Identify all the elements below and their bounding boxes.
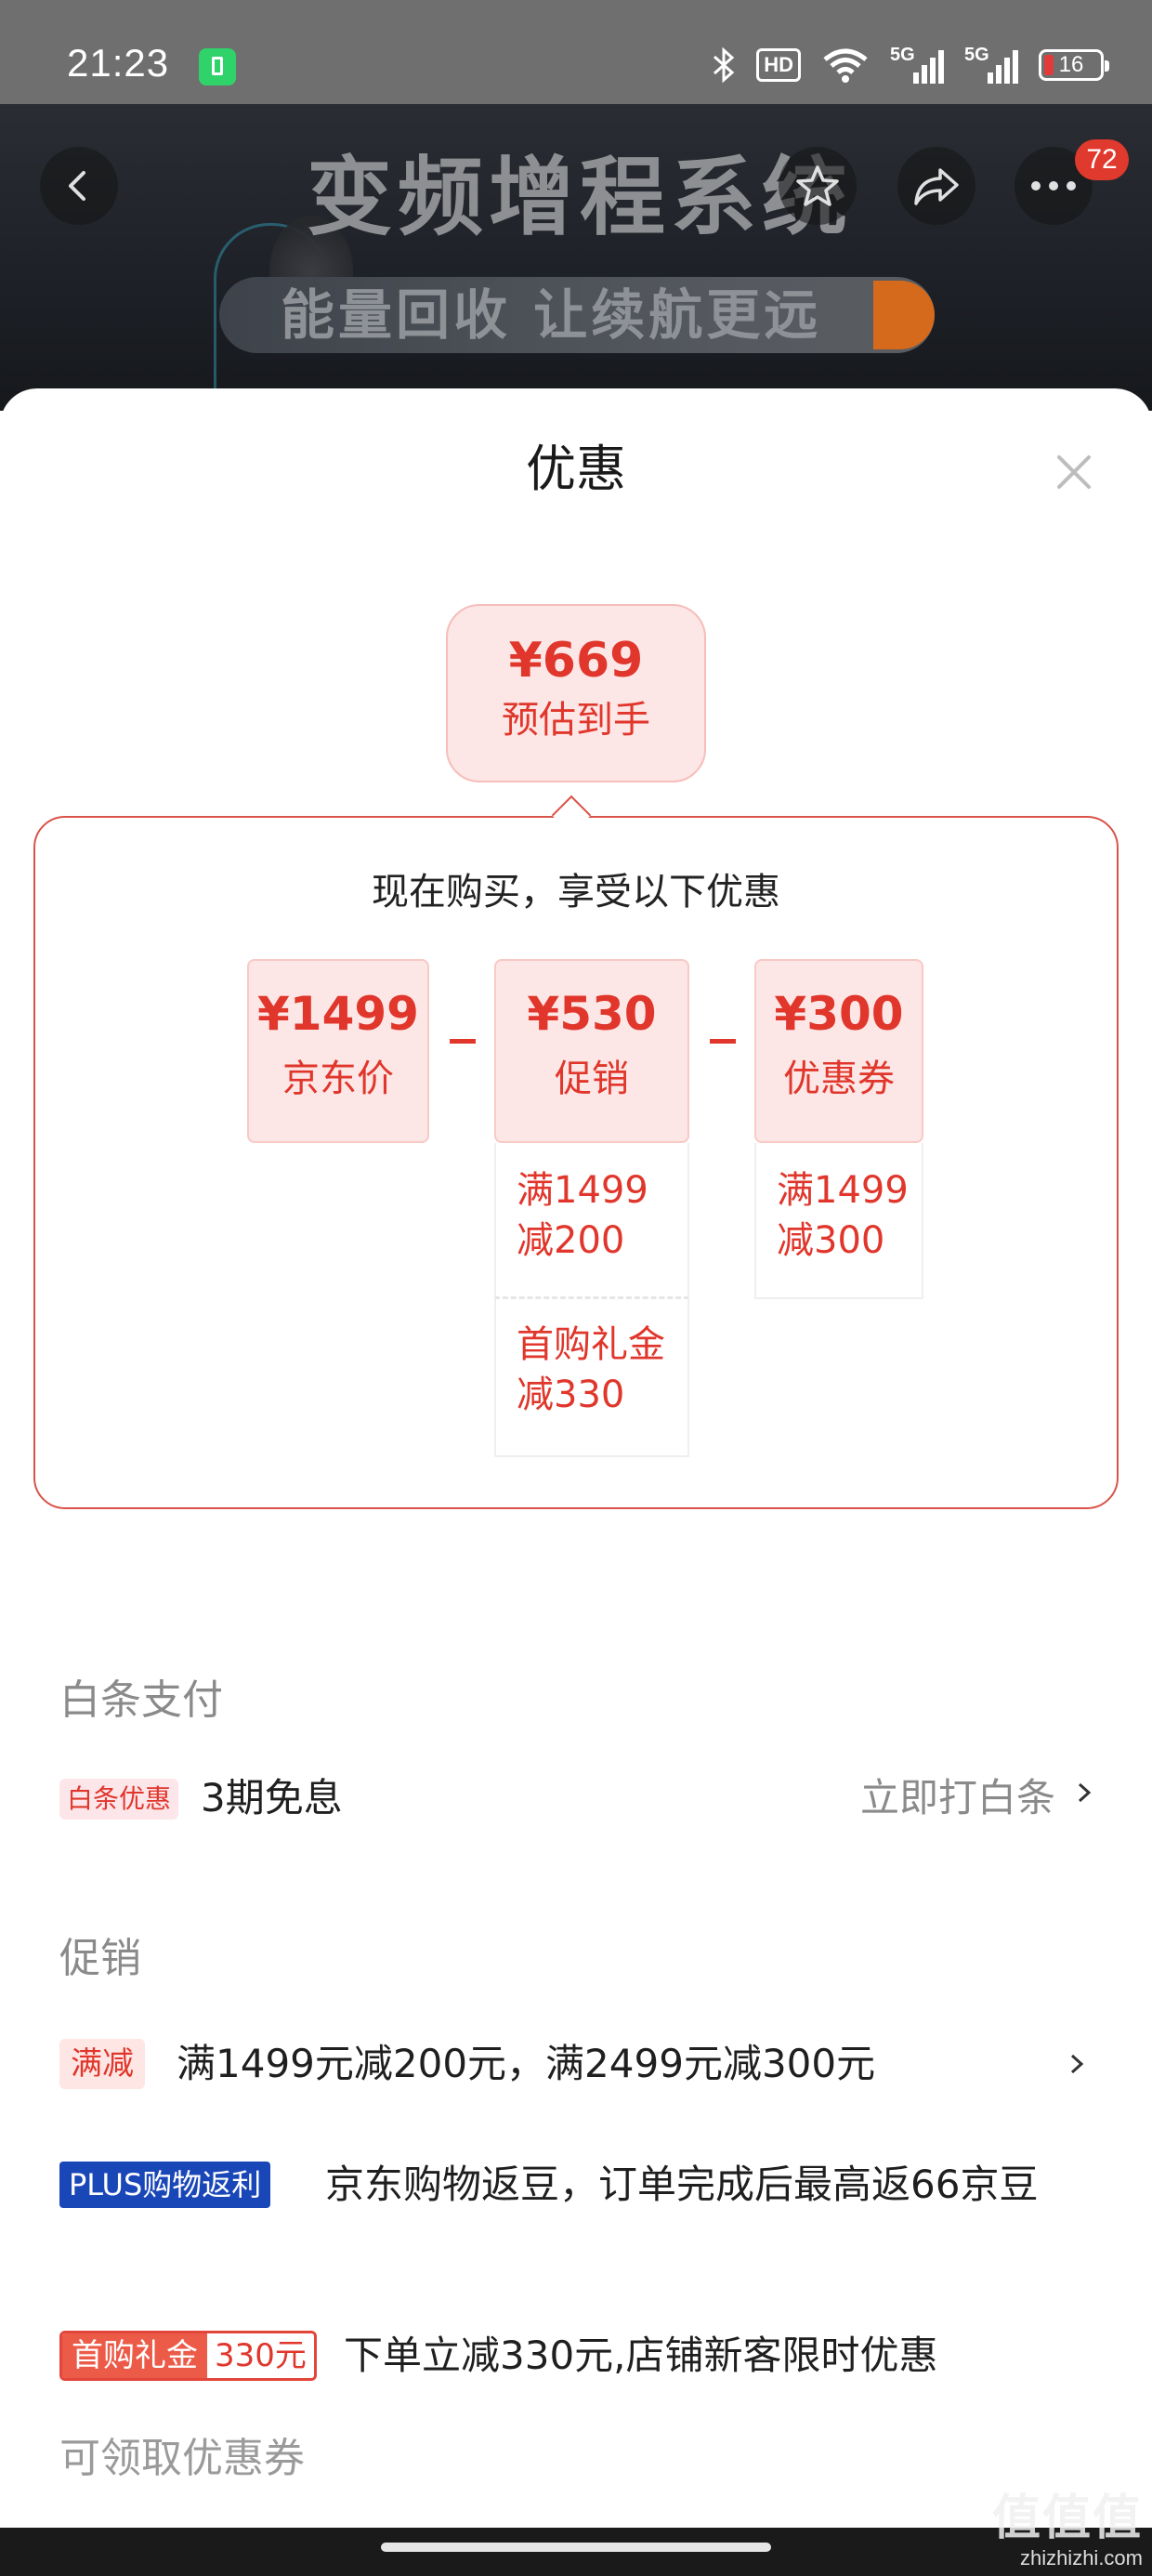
chevron-right-icon[interactable] xyxy=(1074,1782,1094,1803)
chevron-right-icon[interactable] xyxy=(1067,2054,1087,2074)
gift-tag-value: 330元 xyxy=(207,2333,314,2378)
baitiao-tag: 白条优惠 xyxy=(59,1779,179,1820)
promotion-cell: ¥530 促销 xyxy=(494,959,689,1143)
banner-slogan: 能量回收 让续航更远 xyxy=(219,277,935,353)
breakdown-heading: 现在购买，享受以下优惠 xyxy=(372,871,780,913)
battery-level: 16 xyxy=(1058,52,1084,77)
star-icon xyxy=(796,165,839,206)
message-count-badge: 72 xyxy=(1075,139,1129,180)
jd-price-amount: ¥1499 xyxy=(257,987,419,1041)
minus-sign xyxy=(710,1039,736,1044)
estimated-price: ¥669 xyxy=(508,633,644,689)
plus-rebate-text: 京东购物返豆，订单完成后最高返66京豆 xyxy=(325,2162,1039,2207)
back-button[interactable] xyxy=(40,147,118,225)
product-banner: 变频增程系统 能量回收 让续航更远 xyxy=(0,104,1152,411)
promotion-section-title: 促销 xyxy=(59,1935,141,1982)
plus-rebate-tag: PLUS购物返利 xyxy=(59,2162,271,2208)
watermark-url: zhizhizhi.com xyxy=(1019,2546,1143,2569)
bluetooth-icon xyxy=(712,46,736,84)
jd-price-label: 京东价 xyxy=(282,1058,394,1100)
status-icons: HD 5G 5G 16 xyxy=(712,43,1109,87)
sheet-title: 优惠 xyxy=(526,440,626,498)
status-time: 21:23 xyxy=(67,41,170,85)
available-coupons-title: 可领取优惠券 xyxy=(59,2435,305,2482)
jd-price-cell: ¥1499 京东价 xyxy=(247,959,429,1143)
watermark-logo: 值值值 xyxy=(991,2491,1143,2545)
gift-tag-label: 首购礼金 xyxy=(62,2333,207,2378)
coupon-cell: ¥300 优惠券 xyxy=(754,959,923,1143)
system-nav-bar xyxy=(0,2528,1152,2576)
manjian-text[interactable]: 满1499元减200元，满2499元减300元 xyxy=(177,2037,875,2091)
baitiao-action-link[interactable]: 立即打白条 xyxy=(860,1771,1055,1825)
coupon-amount: ¥300 xyxy=(774,987,904,1041)
minus-sign xyxy=(450,1039,476,1044)
share-button[interactable] xyxy=(897,147,975,225)
favorite-button[interactable] xyxy=(779,147,857,225)
promotion-detail-item: 满1499 减200 xyxy=(494,1143,689,1299)
first-purchase-gift-tag: 首购礼金 330元 xyxy=(59,2331,317,2381)
coupon-label: 优惠券 xyxy=(783,1058,895,1100)
network-type-1: 5G xyxy=(890,45,915,65)
promotion-label: 促销 xyxy=(555,1058,629,1100)
estimated-price-box: ¥669 预估到手 xyxy=(446,604,706,782)
signal-icon-2: 5G xyxy=(964,45,1018,85)
coupon-detail-item: 满1499 减300 xyxy=(754,1143,923,1299)
more-icon xyxy=(1031,181,1076,191)
close-button[interactable] xyxy=(1048,446,1100,498)
watermark: 值值值 zhizhizhi.com xyxy=(992,2491,1143,2570)
close-icon xyxy=(1057,455,1091,489)
manjian-tag: 满减 xyxy=(59,2039,145,2089)
promotion-detail-item: 首购礼金 减330 xyxy=(494,1299,689,1457)
banner-title: 变频增程系统 xyxy=(307,148,854,247)
baitiao-installment-text: 3期免息 xyxy=(201,1775,343,1820)
share-icon xyxy=(914,168,959,205)
battery-icon: 16 xyxy=(1039,49,1109,81)
promotion-amount: ¥530 xyxy=(527,987,657,1041)
home-indicator[interactable] xyxy=(381,2543,771,2552)
network-type-2: 5G xyxy=(964,45,989,65)
discount-sheet: 优惠 ¥669 预估到手 现在购买，享受以下优惠 ¥1499 京东价 ¥530 … xyxy=(0,388,1152,2528)
status-bar: 21:23 HD 5G 5G 16 xyxy=(0,0,1152,104)
signal-icon-1: 5G xyxy=(890,45,944,85)
battery-saver-icon xyxy=(199,48,236,85)
baitiao-section-title: 白条支付 xyxy=(59,1676,223,1724)
wifi-icon xyxy=(821,46,870,84)
hd-voice-icon: HD xyxy=(756,48,801,82)
estimated-price-label: 预估到手 xyxy=(502,699,650,742)
back-icon xyxy=(69,171,85,201)
first-purchase-gift-text: 下单立减330元,店铺新客限时优惠 xyxy=(344,2333,938,2378)
